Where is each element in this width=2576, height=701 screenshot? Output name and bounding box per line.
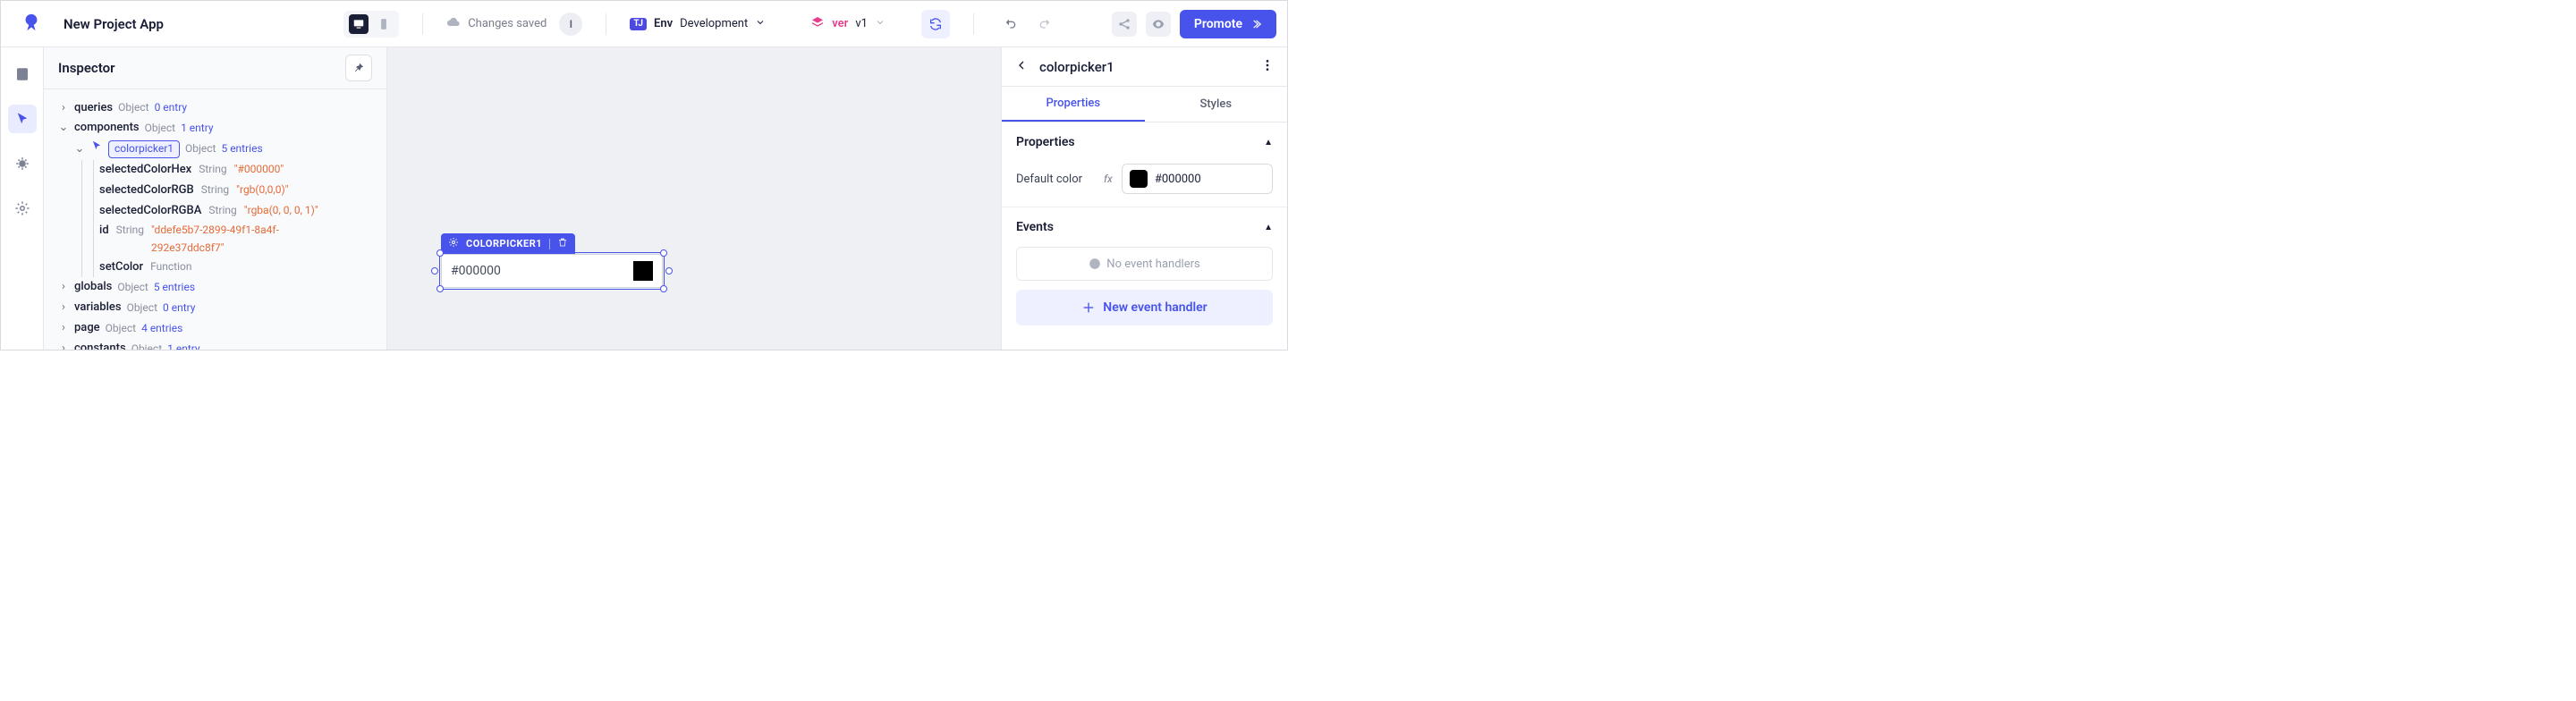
environment-selector[interactable]: TJ Env Development (630, 17, 766, 31)
colorpicker-chip: colorpicker1 (108, 140, 180, 158)
share-button[interactable] (1112, 12, 1137, 37)
user-avatar[interactable]: I (559, 13, 582, 36)
chevron-down-icon: ⌄ (58, 119, 69, 138)
device-toggle (343, 11, 399, 38)
widget-tag[interactable]: COLORPICKER1 (441, 233, 575, 254)
env-badge-icon: TJ (630, 18, 647, 30)
refresh-button[interactable] (921, 10, 950, 38)
undo-button[interactable] (997, 11, 1024, 38)
selected-widget[interactable]: COLORPICKER1 #000000 (441, 233, 663, 288)
new-event-handler-button[interactable]: New event handler (1016, 290, 1273, 325)
top-bar: New Project App Changes saved I TJ Env D… (1, 1, 1287, 47)
kebab-menu-icon[interactable] (1260, 58, 1275, 76)
tree-node-globals[interactable]: › globals Object 5 entries (53, 277, 377, 298)
section-events-title: Events (1016, 220, 1054, 234)
chevron-down-icon (875, 17, 886, 31)
chevron-right-icon: › (58, 278, 69, 297)
prop-selectedColorHex[interactable]: selectedColorHex String "#000000" (99, 160, 377, 181)
fx-button[interactable]: fx (1104, 173, 1113, 185)
colorpicker-value: #000000 (451, 264, 501, 278)
version-selector[interactable]: ver v1 (810, 15, 886, 33)
tree-node-page[interactable]: › page Object 4 entries (53, 318, 377, 339)
promote-button[interactable]: Promote (1180, 10, 1276, 38)
logo-icon (12, 13, 51, 36)
cloud-icon (446, 15, 461, 33)
component-icon (90, 139, 103, 159)
no-event-handlers: No event handlers (1016, 247, 1273, 281)
version-label: ver (832, 17, 848, 30)
color-swatch[interactable] (633, 261, 653, 281)
chevron-down-icon: ⌄ (74, 140, 85, 159)
trash-icon[interactable] (557, 237, 568, 250)
back-button[interactable] (1014, 58, 1029, 76)
redo-button[interactable] (1031, 11, 1058, 38)
new-event-handler-label: New event handler (1103, 300, 1207, 315)
rail-settings-button[interactable] (8, 194, 37, 223)
mobile-view-button[interactable] (374, 14, 394, 34)
section-properties-title: Properties (1016, 135, 1075, 149)
chevron-right-icon: › (58, 319, 69, 338)
tree-node-variables[interactable]: › variables Object 0 entry (53, 298, 377, 318)
inspector-title: Inspector (58, 60, 114, 76)
rail-pages-button[interactable] (8, 60, 37, 89)
right-panel-title: colorpicker1 (1039, 59, 1114, 75)
gear-icon[interactable] (448, 237, 459, 250)
default-color-value: #000000 (1155, 173, 1201, 186)
inspector-panel: Inspector › queries Object 0 entry ⌄ com… (44, 47, 387, 350)
tree-node-queries[interactable]: › queries Object 0 entry (53, 98, 377, 119)
right-panel: colorpicker1 Properties Styles Propertie… (1001, 47, 1287, 350)
preview-button[interactable] (1146, 12, 1171, 37)
rail-cursor-button[interactable] (8, 105, 37, 133)
env-label: Env (654, 17, 673, 30)
promote-button-label: Promote (1194, 17, 1242, 31)
inspector-tree: › queries Object 0 entry ⌄ components Ob… (44, 89, 386, 350)
prop-selectedColorRGBA[interactable]: selectedColorRGBA String "rgba(0, 0, 0, … (99, 201, 377, 222)
save-status-text: Changes saved (468, 17, 547, 30)
save-status: Changes saved I (446, 13, 582, 36)
default-color-input[interactable]: #000000 (1122, 164, 1273, 194)
canvas[interactable]: COLORPICKER1 #000000 (387, 47, 1001, 350)
prop-setColor[interactable]: setColor Function (99, 258, 377, 278)
chevron-right-icon: › (58, 299, 69, 317)
env-value: Development (680, 17, 748, 30)
colorpicker-widget[interactable]: #000000 (441, 254, 663, 288)
chevron-right-icon: › (58, 99, 69, 118)
app-title: New Project App (64, 16, 164, 32)
tree-node-colorpicker[interactable]: ⌄ colorpicker1 Object 5 entries (53, 139, 377, 160)
tab-properties[interactable]: Properties (1002, 87, 1145, 122)
widget-tag-label: COLORPICKER1 (466, 238, 542, 249)
default-color-label: Default color (1016, 173, 1095, 186)
color-swatch-icon (1130, 170, 1148, 188)
layers-icon (810, 15, 825, 33)
chevron-right-icon: › (58, 340, 69, 350)
chevron-down-icon (755, 17, 766, 31)
pin-button[interactable] (345, 55, 372, 81)
right-panel-tabs: Properties Styles (1002, 87, 1287, 122)
tree-node-components[interactable]: ⌄ components Object 1 entry (53, 118, 377, 139)
tree-node-constants[interactable]: › constants Object 1 entry (53, 339, 377, 350)
version-value: v1 (855, 17, 868, 30)
tab-styles[interactable]: Styles (1145, 87, 1288, 122)
prop-selectedColorRGB[interactable]: selectedColorRGB String "rgb(0,0,0)" (99, 181, 377, 201)
left-rail (1, 47, 44, 350)
rail-debug-button[interactable] (8, 149, 37, 178)
collapse-icon[interactable]: ▲ (1264, 138, 1273, 148)
prop-id[interactable]: id String "ddefe5b7-2899-49f1-8a4f-292e3… (99, 221, 377, 257)
desktop-view-button[interactable] (349, 14, 369, 34)
collapse-icon[interactable]: ▲ (1264, 223, 1273, 232)
